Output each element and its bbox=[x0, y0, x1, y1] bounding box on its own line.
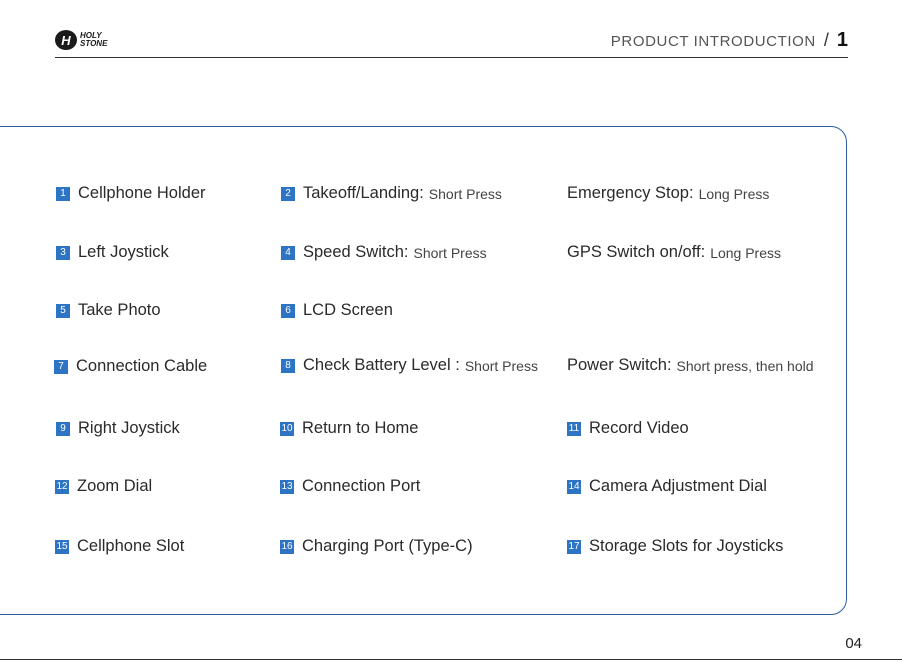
item-number-badge: 8 bbox=[281, 358, 295, 373]
item-label: Camera Adjustment Dial bbox=[589, 477, 767, 495]
section-index: 1 bbox=[836, 29, 848, 51]
item-label: Connection Port bbox=[302, 477, 421, 495]
item-label: GPS Switch on/off: bbox=[567, 243, 706, 261]
logo-line-2: STONE bbox=[80, 39, 108, 48]
item-number-badge: 4 bbox=[281, 245, 295, 260]
list-item: Emergency Stop: Long Press bbox=[567, 184, 769, 203]
list-item: 15 Cellphone Slot bbox=[55, 537, 184, 556]
holy-stone-logo: H HOLY STONE bbox=[55, 30, 107, 50]
item-number-badge: 6 bbox=[281, 303, 295, 318]
item-number-badge: 12 bbox=[55, 479, 69, 494]
item-detail: Short Press bbox=[413, 244, 487, 261]
item-label: Left Joystick bbox=[78, 243, 169, 261]
logo-mark-icon: H bbox=[55, 30, 77, 50]
item-label: Record Video bbox=[589, 419, 689, 437]
item-label: Storage Slots for Joysticks bbox=[589, 537, 784, 555]
item-detail: Short Press bbox=[428, 185, 502, 202]
section-title: PRODUCT INTRODUCTION bbox=[610, 33, 816, 50]
item-label: Zoom Dial bbox=[77, 477, 153, 495]
list-item: 1 Cellphone Holder bbox=[56, 184, 206, 203]
list-item: GPS Switch on/off: Long Press bbox=[567, 243, 781, 262]
item-label: Speed Switch: bbox=[303, 243, 409, 261]
footer-divider bbox=[0, 659, 902, 660]
item-detail: Short press, then hold bbox=[676, 357, 814, 374]
item-label: Check Battery Level : bbox=[303, 356, 460, 374]
logo-wordmark: HOLY STONE bbox=[80, 32, 107, 48]
item-number-badge: 7 bbox=[54, 359, 68, 374]
list-item: 14 Camera Adjustment Dial bbox=[567, 477, 767, 496]
list-item: 8 Check Battery Level : Short Press bbox=[281, 356, 538, 375]
item-label: Charging Port (Type-C) bbox=[302, 537, 473, 555]
item-label: Take Photo bbox=[78, 301, 161, 319]
list-item: 17 Storage Slots for Joysticks bbox=[567, 537, 783, 556]
item-number-badge: 9 bbox=[56, 421, 70, 436]
list-item: 6 LCD Screen bbox=[281, 301, 393, 320]
header-divider bbox=[55, 57, 848, 58]
list-item: 13 Connection Port bbox=[280, 477, 420, 496]
list-item: Power Switch: Short press, then hold bbox=[567, 356, 814, 375]
list-item: 4 Speed Switch: Short Press bbox=[281, 243, 487, 262]
item-detail: Short Press bbox=[464, 357, 538, 374]
item-label: Emergency Stop: bbox=[567, 184, 694, 202]
page-header: PRODUCT INTRODUCTION / 1 bbox=[611, 29, 848, 52]
item-number-badge: 11 bbox=[567, 421, 581, 436]
item-number-badge: 13 bbox=[280, 479, 294, 494]
item-label: Takeoff/Landing: bbox=[303, 184, 424, 202]
item-label: LCD Screen bbox=[303, 301, 393, 319]
item-number-badge: 10 bbox=[280, 421, 294, 436]
page-number: 04 bbox=[845, 635, 862, 652]
item-number-badge: 15 bbox=[55, 539, 69, 554]
list-item: 3 Left Joystick bbox=[56, 243, 169, 262]
item-label: Power Switch: bbox=[567, 356, 672, 374]
list-item: 11 Record Video bbox=[567, 419, 689, 438]
item-label: Cellphone Holder bbox=[78, 184, 206, 202]
list-item: 16 Charging Port (Type-C) bbox=[280, 537, 473, 556]
list-item: 2 Takeoff/Landing: Short Press bbox=[281, 184, 502, 203]
list-item: 5 Take Photo bbox=[56, 301, 161, 320]
item-number-badge: 16 bbox=[280, 539, 294, 554]
item-number-badge: 2 bbox=[281, 186, 295, 201]
item-detail: Long Press bbox=[710, 244, 782, 261]
item-detail: Long Press bbox=[698, 185, 770, 202]
item-label: Right Joystick bbox=[78, 419, 180, 437]
item-label: Cellphone Slot bbox=[77, 537, 185, 555]
list-item: 7 Connection Cable bbox=[54, 357, 207, 376]
item-label: Connection Cable bbox=[76, 357, 208, 375]
item-label: Return to Home bbox=[302, 419, 419, 437]
list-item: 12 Zoom Dial bbox=[55, 477, 152, 496]
item-number-badge: 1 bbox=[56, 186, 70, 201]
header-slash: / bbox=[823, 30, 829, 50]
list-item: 9 Right Joystick bbox=[56, 419, 180, 438]
item-number-badge: 3 bbox=[56, 245, 70, 260]
item-number-badge: 5 bbox=[56, 303, 70, 318]
item-number-badge: 17 bbox=[567, 539, 581, 554]
item-number-badge: 14 bbox=[567, 479, 581, 494]
list-item: 10 Return to Home bbox=[280, 419, 418, 438]
